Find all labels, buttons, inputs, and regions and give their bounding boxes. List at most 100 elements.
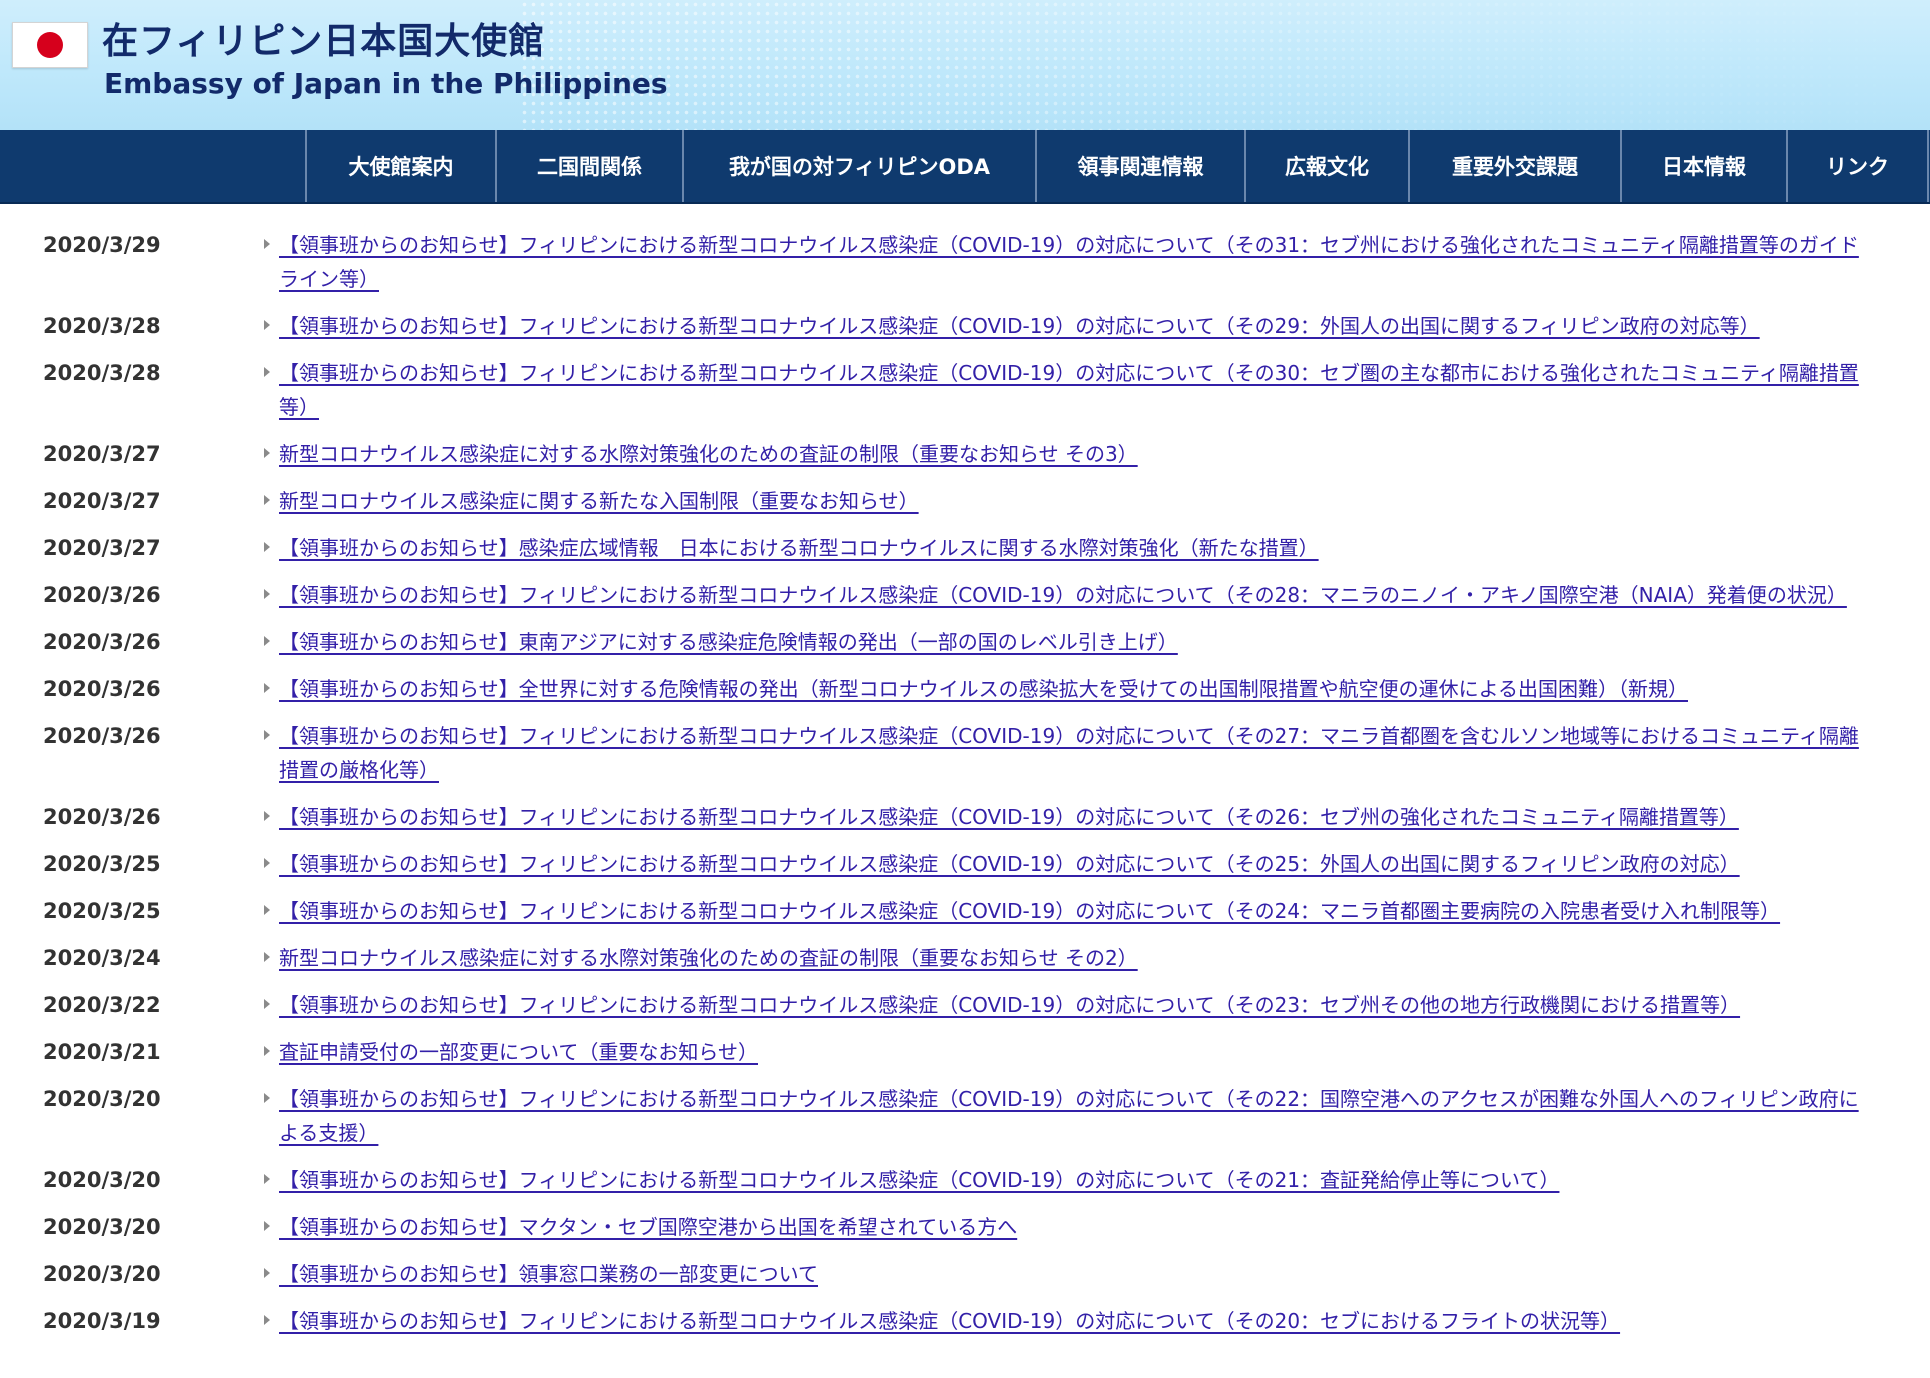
list-item: 2020/3/27 新型コロナウイルス感染症に対する水際対策強化のための査証の制限… (0, 437, 1930, 484)
news-date: 2020/3/19 (43, 1309, 161, 1333)
list-item: 2020/3/24 新型コロナウイルス感染症に対する水際対策強化のための査証の制限… (0, 941, 1930, 988)
news-date: 2020/3/26 (43, 630, 161, 654)
news-link[interactable]: 【領事班からのお知らせ】フィリピンにおける新型コロナウイルス感染症（COVID-… (279, 578, 1869, 612)
nav-item-japan-info[interactable]: 日本情報 (1620, 130, 1786, 202)
japan-flag-icon[interactable] (12, 22, 88, 68)
nav-item-label: リンク (1826, 155, 1889, 179)
news-link[interactable]: 【領事班からのお知らせ】フィリピンにおける新型コロナウイルス感染症（COVID-… (279, 228, 1869, 296)
list-item: 2020/3/27 新型コロナウイルス感染症に関する新たな入国制限（重要なお知らせ… (0, 484, 1930, 531)
triangle-right-icon (255, 1257, 279, 1278)
news-date: 2020/3/26 (43, 677, 161, 701)
list-item: 2020/3/20 【領事班からのお知らせ】フィリピンにおける新型コロナウイルス感… (0, 1163, 1930, 1210)
nav-item-label: 大使館案内 (348, 155, 454, 179)
news-link[interactable]: 査証申請受付の一部変更について（重要なお知らせ） (279, 1035, 1869, 1069)
triangle-right-icon (255, 309, 279, 330)
list-item: 2020/3/29 【領事班からのお知らせ】フィリピンにおける新型コロナウイルス感… (0, 228, 1930, 309)
news-link[interactable]: 【領事班からのお知らせ】フィリピンにおける新型コロナウイルス感染症（COVID-… (279, 988, 1869, 1022)
triangle-right-icon (255, 625, 279, 646)
nav-item-label: 我が国の対フィリピンODA (728, 155, 991, 179)
news-link[interactable]: 【領事班からのお知らせ】感染症広域情報 日本における新型コロナウイルスに関する水… (279, 531, 1869, 565)
news-link[interactable]: 新型コロナウイルス感染症に対する水際対策強化のための査証の制限（重要なお知らせ … (279, 941, 1869, 975)
news-link[interactable]: 【領事班からのお知らせ】フィリピンにおける新型コロナウイルス感染症（COVID-… (279, 894, 1869, 928)
site-title-english[interactable]: Embassy of Japan in the Philippines (104, 66, 668, 102)
triangle-right-icon (255, 800, 279, 821)
nav-item-label: 重要外交課題 (1452, 155, 1578, 179)
nav-item-label: 広報文化 (1285, 155, 1369, 179)
list-item: 2020/3/20 【領事班からのお知らせ】マクタン・セブ国際空港から出国を希望さ… (0, 1210, 1930, 1257)
triangle-right-icon (255, 941, 279, 962)
triangle-right-icon (255, 894, 279, 915)
site-header: 在フィリピン日本国大使館 Embassy of Japan in the Phi… (0, 0, 1930, 130)
news-date: 2020/3/22 (43, 993, 161, 1017)
news-link[interactable]: 【領事班からのお知らせ】東南アジアに対する感染症危険情報の発出（一部の国のレベル… (279, 625, 1869, 659)
list-item: 2020/3/25 【領事班からのお知らせ】フィリピンにおける新型コロナウイルス感… (0, 894, 1930, 941)
list-item: 2020/3/20 【領事班からのお知らせ】フィリピンにおける新型コロナウイルス感… (0, 1082, 1930, 1163)
news-date: 2020/3/27 (43, 489, 161, 513)
nav-item-label: 二国間関係 (537, 155, 642, 179)
news-link[interactable]: 【領事班からのお知らせ】フィリピンにおける新型コロナウイルス感染症（COVID-… (279, 719, 1869, 787)
news-link[interactable]: 新型コロナウイルス感染症に関する新たな入国制限（重要なお知らせ） (279, 484, 1869, 518)
list-item: 2020/3/20 【領事班からのお知らせ】領事窓口業務の一部変更について (0, 1257, 1930, 1304)
list-item: 2020/3/25 【領事班からのお知らせ】フィリピンにおける新型コロナウイルス感… (0, 847, 1930, 894)
news-link[interactable]: 【領事班からのお知らせ】フィリピンにおける新型コロナウイルス感染症（COVID-… (279, 800, 1869, 834)
news-list: 2020/3/29 【領事班からのお知らせ】フィリピンにおける新型コロナウイルス感… (0, 228, 1930, 1351)
news-link[interactable]: 【領事班からのお知らせ】フィリピンにおける新型コロナウイルス感染症（COVID-… (279, 1304, 1869, 1338)
news-link[interactable]: 【領事班からのお知らせ】全世界に対する危険情報の発出（新型コロナウイルスの感染拡… (279, 672, 1869, 706)
triangle-right-icon (255, 228, 279, 249)
list-item: 2020/3/26 【領事班からのお知らせ】全世界に対する危険情報の発出（新型コロ… (0, 672, 1930, 719)
news-date: 2020/3/26 (43, 805, 161, 829)
triangle-right-icon (255, 437, 279, 458)
nav-item-links[interactable]: リンク (1786, 130, 1929, 202)
nav-item-diplomatic-issues[interactable]: 重要外交課題 (1408, 130, 1620, 202)
nav-item-label: 領事関連情報 (1077, 155, 1204, 179)
news-date: 2020/3/28 (43, 361, 161, 385)
news-link[interactable]: 新型コロナウイルス感染症に対する水際対策強化のための査証の制限（重要なお知らせ … (279, 437, 1869, 471)
news-date: 2020/3/20 (43, 1215, 161, 1239)
news-link[interactable]: 【領事班からのお知らせ】フィリピンにおける新型コロナウイルス感染症（COVID-… (279, 847, 1869, 881)
nav-item-public-culture[interactable]: 広報文化 (1244, 130, 1408, 202)
list-item: 2020/3/26 【領事班からのお知らせ】東南アジアに対する感染症危険情報の発出… (0, 625, 1930, 672)
news-link[interactable]: 【領事班からのお知らせ】マクタン・セブ国際空港から出国を希望されている方へ (279, 1210, 1869, 1244)
triangle-right-icon (255, 719, 279, 740)
list-item: 2020/3/26 【領事班からのお知らせ】フィリピンにおける新型コロナウイルス感… (0, 578, 1930, 625)
news-date: 2020/3/26 (43, 583, 161, 607)
news-link[interactable]: 【領事班からのお知らせ】フィリピンにおける新型コロナウイルス感染症（COVID-… (279, 309, 1869, 343)
news-link[interactable]: 【領事班からのお知らせ】フィリピンにおける新型コロナウイルス感染症（COVID-… (279, 356, 1869, 424)
nav-item-bilateral-relations[interactable]: 二国間関係 (495, 130, 682, 202)
triangle-right-icon (255, 1304, 279, 1325)
triangle-right-icon (255, 578, 279, 599)
news-link[interactable]: 【領事班からのお知らせ】領事窓口業務の一部変更について (279, 1257, 1869, 1291)
list-item: 2020/3/28 【領事班からのお知らせ】フィリピンにおける新型コロナウイルス感… (0, 309, 1930, 356)
news-date: 2020/3/20 (43, 1087, 161, 1111)
news-date: 2020/3/25 (43, 852, 161, 876)
list-item: 2020/3/21 査証申請受付の一部変更について（重要なお知らせ） (0, 1035, 1930, 1082)
list-item: 2020/3/26 【領事班からのお知らせ】フィリピンにおける新型コロナウイルス感… (0, 719, 1930, 800)
news-date: 2020/3/27 (43, 442, 161, 466)
nav-item-consular-info[interactable]: 領事関連情報 (1035, 130, 1244, 202)
list-item: 2020/3/22 【領事班からのお知らせ】フィリピンにおける新型コロナウイルス感… (0, 988, 1930, 1035)
news-date: 2020/3/26 (43, 724, 161, 748)
site-title-japanese[interactable]: 在フィリピン日本国大使館 (102, 20, 545, 64)
list-item: 2020/3/26 【領事班からのお知らせ】フィリピンにおける新型コロナウイルス感… (0, 800, 1930, 847)
news-date: 2020/3/28 (43, 314, 161, 338)
news-date: 2020/3/29 (43, 233, 161, 257)
main-navigation: 大使館案内 二国間関係 我が国の対フィリピンODA 領事関連情報 広報文化 重要… (0, 130, 1930, 204)
triangle-right-icon (255, 1035, 279, 1056)
news-date: 2020/3/27 (43, 536, 161, 560)
news-link[interactable]: 【領事班からのお知らせ】フィリピンにおける新型コロナウイルス感染症（COVID-… (279, 1082, 1869, 1150)
flag-red-disc (37, 32, 63, 58)
triangle-right-icon (255, 356, 279, 377)
news-date: 2020/3/20 (43, 1262, 161, 1286)
triangle-right-icon (255, 988, 279, 1009)
news-link[interactable]: 【領事班からのお知らせ】フィリピンにおける新型コロナウイルス感染症（COVID-… (279, 1163, 1869, 1197)
triangle-right-icon (255, 1210, 279, 1231)
nav-item-label: 日本情報 (1662, 155, 1746, 179)
nav-item-embassy-guide[interactable]: 大使館案内 (305, 130, 495, 202)
list-item: 2020/3/27 【領事班からのお知らせ】感染症広域情報 日本における新型コロナ… (0, 531, 1930, 578)
world-map-dots-pattern (520, 0, 1930, 130)
news-date: 2020/3/20 (43, 1168, 161, 1192)
nav-item-oda[interactable]: 我が国の対フィリピンODA (682, 130, 1035, 202)
news-date: 2020/3/24 (43, 946, 161, 970)
list-item: 2020/3/19 【領事班からのお知らせ】フィリピンにおける新型コロナウイルス感… (0, 1304, 1930, 1351)
triangle-right-icon (255, 1082, 279, 1103)
